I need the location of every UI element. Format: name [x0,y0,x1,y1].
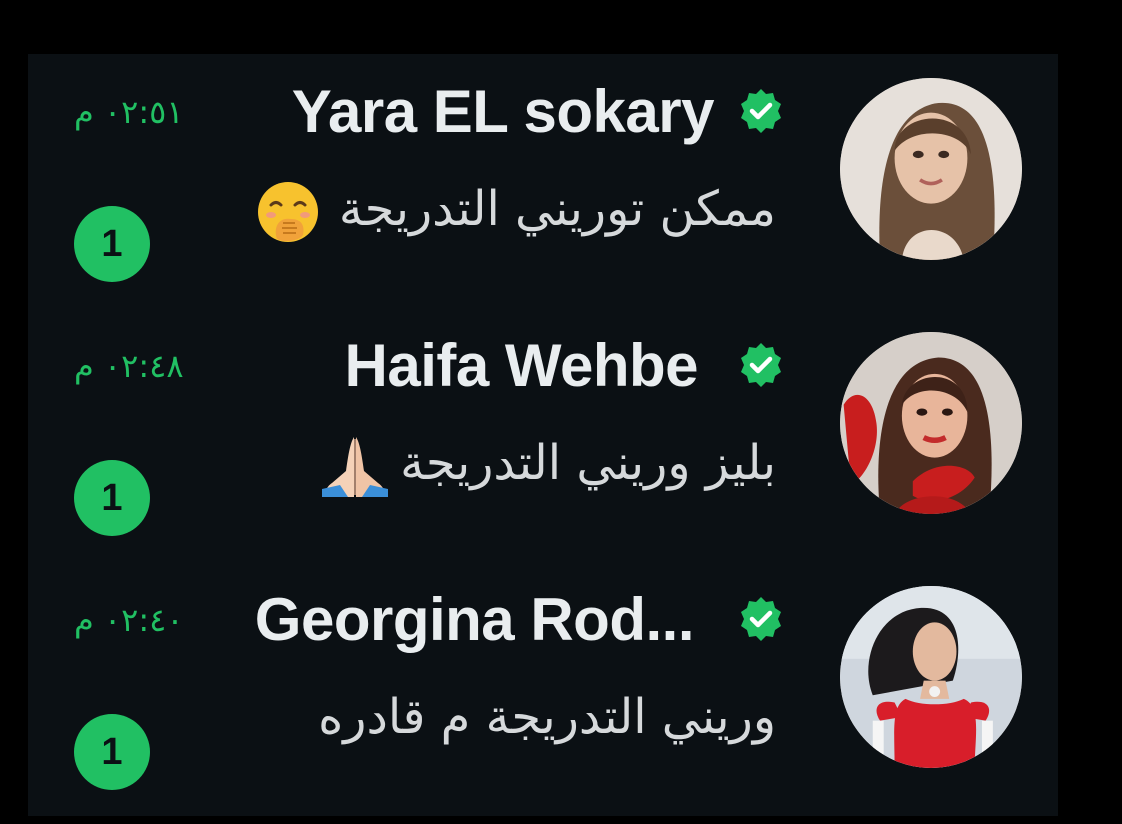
verified-badge-icon [736,86,786,136]
face-with-hand-over-mouth-icon [255,179,321,245]
timestamp: ٠٢:٤٠ م [74,601,184,639]
timestamp: ٠٢:٤٨ م [74,347,184,385]
chat-row-yara[interactable]: Yara EL sokary ٠٢:٥١ م ممكن توريني التدر… [28,54,1058,308]
last-message: بليز وريني التدريجة [318,430,776,499]
verified-badge-icon [736,594,786,644]
unread-count-badge: 1 [74,206,150,282]
timestamp: ٠٢:٥١ م [74,93,184,131]
unread-count-badge: 1 [74,460,150,536]
contact-name: Georgina Rod... [254,586,695,653]
chat-list: Yara EL sokary ٠٢:٥١ م ممكن توريني التدر… [28,54,1058,816]
last-message: ممكن توريني التدريجة [255,176,776,245]
verified-badge-icon [736,340,786,390]
avatar[interactable] [840,78,1022,260]
chat-row-haifa[interactable]: Haifa Wehbe ٠٢:٤٨ م بليز وريني التدريجة … [28,308,1058,562]
message-text: وريني التدريجة م قادره [318,689,776,745]
contact-name: Yara EL sokary [291,78,715,145]
chat-row-georgina[interactable]: Georgina Rod... ٠٢:٤٠ م وريني التدريجة م… [28,562,1058,816]
contact-name: Haifa Wehbe [344,332,699,399]
message-text: بليز وريني التدريجة [400,435,776,491]
message-text: ممكن توريني التدريجة [338,181,776,237]
folded-hands-icon [318,433,392,499]
avatar[interactable] [840,332,1022,514]
avatar[interactable] [840,586,1022,768]
last-message: وريني التدريجة م قادره [318,684,776,750]
unread-count-badge: 1 [74,714,150,790]
